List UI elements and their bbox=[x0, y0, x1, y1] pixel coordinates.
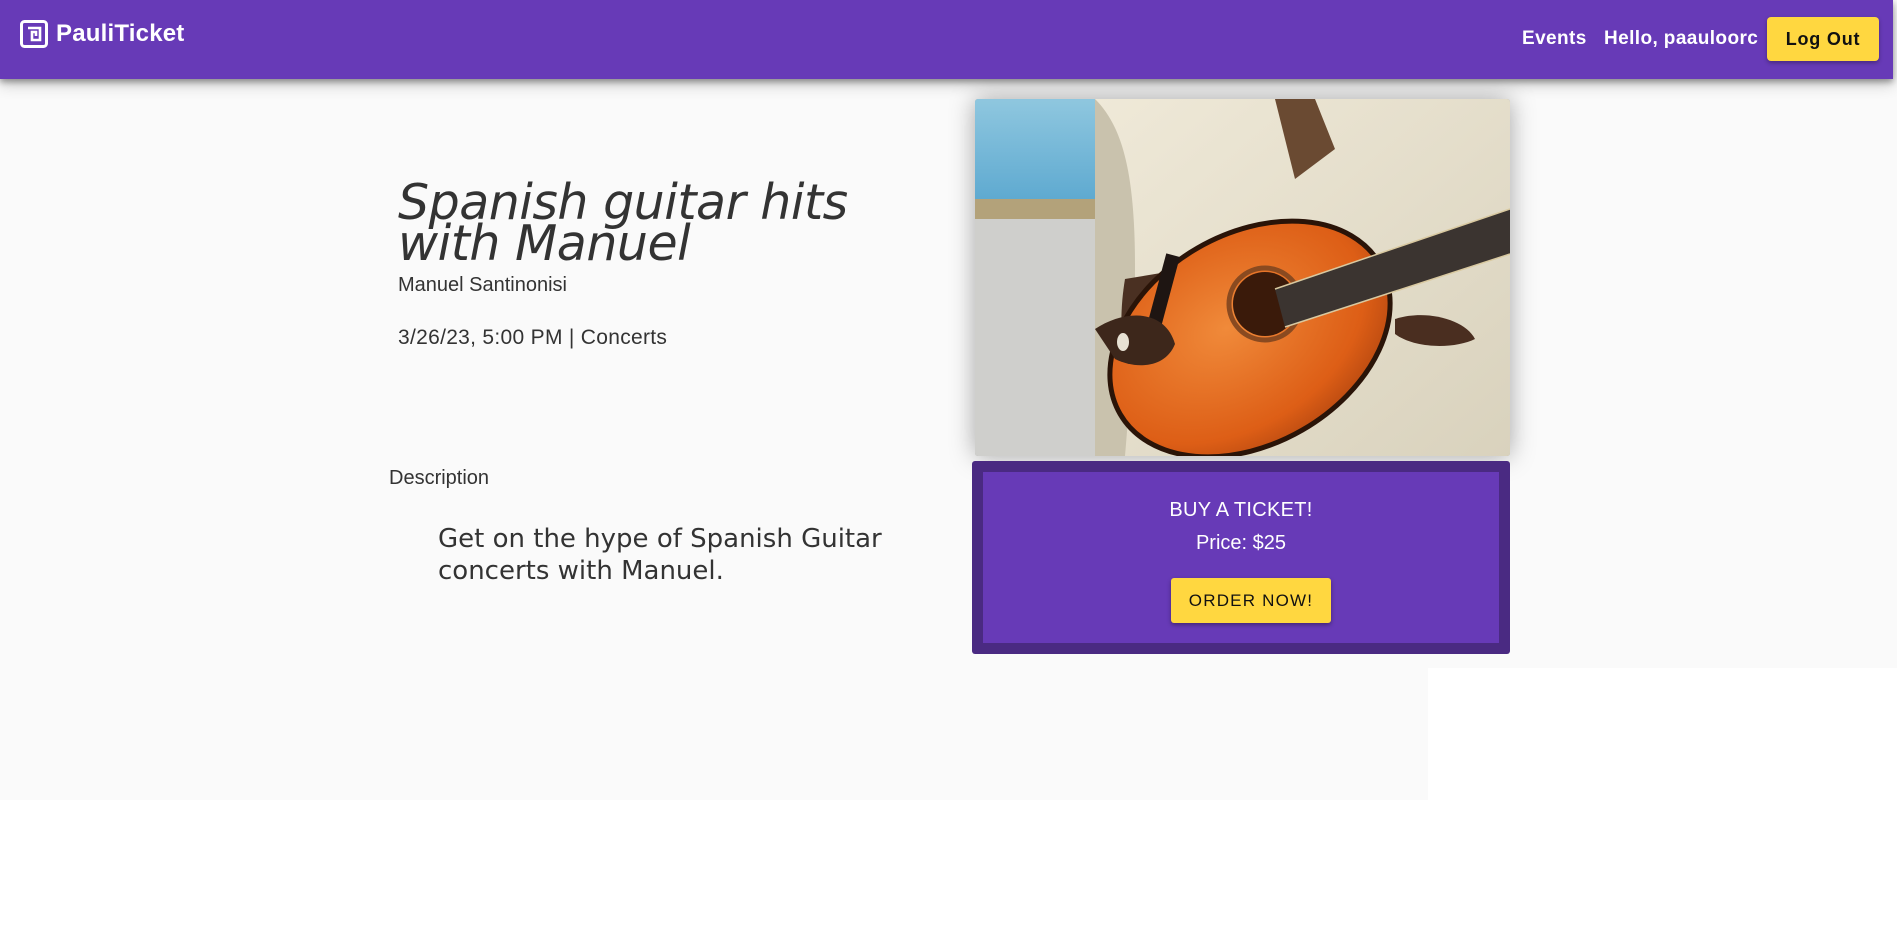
brand-link[interactable]: PauliTicket bbox=[20, 20, 184, 48]
buy-ticket-card: BUY A TICKET! Price: $25 ORDER NOW! bbox=[983, 472, 1499, 643]
nav-link-events[interactable]: Events bbox=[1522, 28, 1587, 50]
logout-button[interactable]: Log Out bbox=[1767, 17, 1879, 61]
event-artist: Manuel Santinonisi bbox=[398, 274, 567, 296]
buy-ticket-heading: BUY A TICKET! bbox=[1169, 499, 1313, 521]
brand-name: PauliTicket bbox=[56, 20, 185, 47]
event-description: Get on the hype of Spanish Guitar concer… bbox=[438, 524, 882, 586]
description-label: Description bbox=[389, 467, 490, 489]
event-title: Spanish guitar hits with Manuel bbox=[398, 174, 848, 272]
user-greeting: Hello, paauloorc bbox=[1604, 28, 1759, 49]
blank-area bbox=[1428, 668, 1897, 800]
ticket-price: Price: $25 bbox=[1195, 532, 1287, 554]
top-navbar: PauliTicket Events Hello, paauloorc Log … bbox=[0, 0, 1893, 79]
event-date-category: 3/26/23, 5:00 PM | Concerts bbox=[398, 326, 668, 349]
buy-ticket-panel: BUY A TICKET! Price: $25 ORDER NOW! bbox=[972, 461, 1510, 654]
ticket-logo-icon bbox=[20, 20, 48, 48]
guitar-player-photo bbox=[975, 99, 1510, 456]
event-image bbox=[975, 99, 1510, 456]
order-now-button[interactable]: ORDER NOW! bbox=[1171, 578, 1331, 623]
